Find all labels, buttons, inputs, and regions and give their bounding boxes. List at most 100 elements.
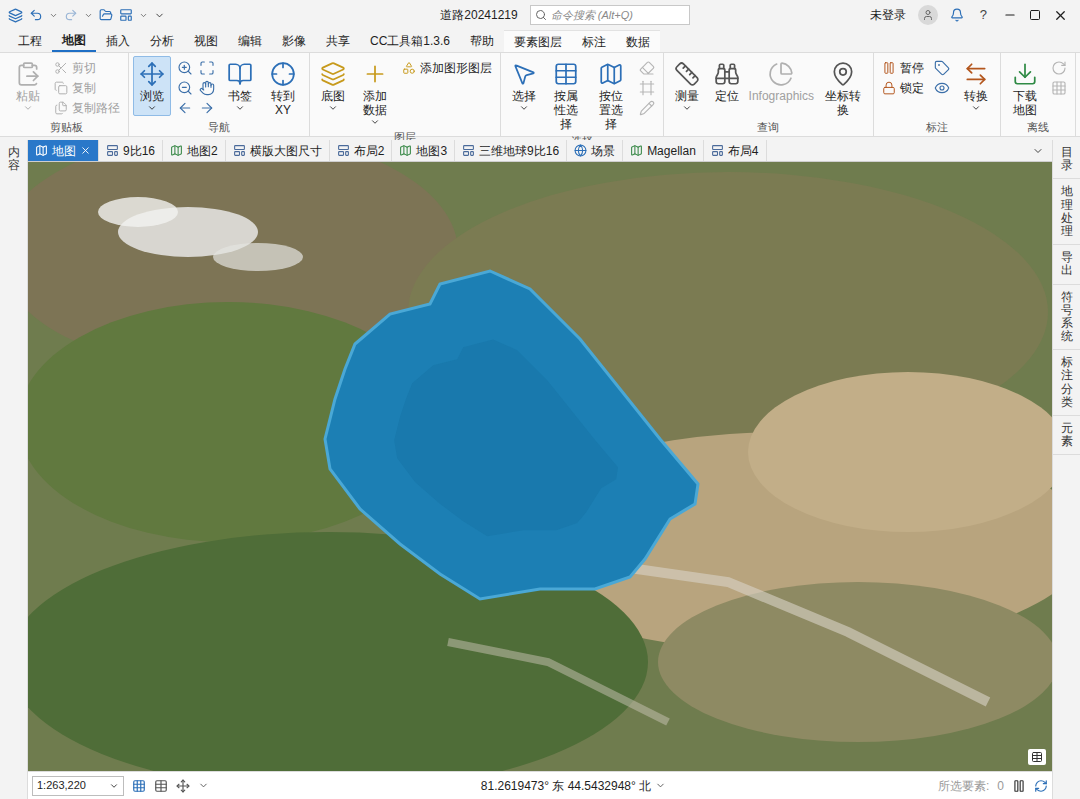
tool-icon[interactable] (177, 60, 193, 76)
undo-icon[interactable] (29, 8, 43, 22)
button-icon (270, 61, 296, 87)
ribbon-tab[interactable]: 地图 (52, 30, 96, 52)
ribbon-large-button[interactable]: 转到 XY (261, 56, 305, 120)
side-panel-tab[interactable]: 标注分类 (1061, 350, 1073, 415)
tool-icon[interactable] (199, 100, 215, 116)
ribbon-tab[interactable]: 插入 (96, 30, 140, 52)
selected-features-count: 0 (997, 777, 1004, 795)
ribbon-group: 下载地图离线 (1001, 53, 1076, 136)
ribbon-tab[interactable]: 要素图层 (504, 30, 572, 52)
ribbon-large-button[interactable]: 下载地图 (1005, 56, 1045, 120)
chevron-down-icon[interactable] (139, 11, 148, 20)
grid-icon[interactable] (132, 779, 146, 793)
ribbon-small-button[interactable]: 锁定 (878, 78, 928, 98)
open-icon[interactable] (99, 8, 113, 22)
ribbon-large-button[interactable]: 粘贴 (8, 56, 48, 116)
pause-icon[interactable] (1012, 779, 1026, 793)
ribbon-tab[interactable]: 影像 (272, 30, 316, 52)
side-panel-tab[interactable]: 元素 (1061, 416, 1073, 454)
chevron-down-icon[interactable] (198, 780, 209, 791)
ribbon-tab[interactable]: 分析 (140, 30, 184, 52)
tool-icon[interactable] (177, 80, 193, 96)
ribbon-tab[interactable]: 工程 (8, 30, 52, 52)
app-window: 道路20241219命令搜索 (Alt+Q)未登录?工程地图插入分析视图编辑影像… (0, 0, 1080, 799)
tool-icon[interactable] (639, 60, 655, 76)
maximize-icon[interactable] (1029, 9, 1041, 21)
map-tab[interactable]: Magellan (623, 140, 704, 161)
map-tab[interactable]: 地图2 (163, 140, 226, 161)
layout-icon[interactable] (119, 8, 133, 22)
map-tab[interactable]: 场景 (567, 140, 623, 161)
ribbon-icon-set (635, 56, 659, 116)
ribbon-large-button[interactable]: 浏览 (133, 56, 171, 116)
layer-badge[interactable] (1028, 749, 1046, 765)
minimize-icon[interactable] (1003, 8, 1017, 22)
ribbon-small-button[interactable]: 剪切 (50, 58, 124, 78)
map-tab[interactable]: 9比16 (99, 140, 163, 161)
ribbon-tab[interactable]: 数据 (616, 30, 660, 52)
side-panel-tab[interactable]: 内容 (8, 140, 20, 178)
tool-icon[interactable] (639, 80, 655, 96)
side-panel-tab[interactable]: 地理处理 (1061, 179, 1073, 244)
ribbon-large-button[interactable]: 转换 (956, 56, 996, 116)
ribbon-tab[interactable]: 编辑 (228, 30, 272, 52)
tool-icon[interactable] (199, 60, 215, 76)
tool-icon[interactable] (934, 80, 950, 96)
ribbon-large-button[interactable]: 测量 (668, 56, 706, 116)
ribbon-large-button[interactable]: 底图 (314, 56, 352, 116)
button-icon (1012, 61, 1038, 87)
tool-icon[interactable] (1051, 80, 1067, 96)
side-panel-tab[interactable]: 导出 (1061, 245, 1073, 283)
redo-icon[interactable] (64, 8, 78, 22)
login-status[interactable]: 未登录 (870, 6, 906, 24)
ribbon-large-button[interactable]: 坐标转换 (817, 56, 869, 120)
map-tab[interactable]: 地图3 (392, 140, 455, 161)
map-tab[interactable]: 横版大图尺寸 (226, 140, 330, 161)
ribbon-small-button[interactable]: 暂停 (878, 58, 928, 78)
map-tab[interactable]: 三维地球9比16 (455, 140, 567, 161)
chevron-down-icon[interactable] (84, 11, 93, 20)
command-search[interactable]: 命令搜索 (Alt+Q) (530, 5, 690, 25)
side-panel-tab[interactable]: 符号系统 (1061, 285, 1073, 350)
chevron-down-icon[interactable] (49, 11, 58, 20)
ribbon-small-button[interactable]: 复制路径 (50, 98, 124, 118)
map-view[interactable] (28, 162, 1052, 771)
ribbon-tab[interactable]: 标注 (572, 30, 616, 52)
tool-icon[interactable] (934, 60, 950, 76)
bell-icon[interactable] (950, 8, 964, 22)
ribbon-large-button[interactable]: Infographics (748, 56, 815, 106)
ribbon-tab[interactable]: CC工具箱1.3.6 (360, 30, 460, 52)
ribbon-tab[interactable]: 视图 (184, 30, 228, 52)
ribbon-large-button[interactable]: 按位置选择 (590, 56, 633, 134)
refresh-icon[interactable] (1034, 779, 1048, 793)
map-tab[interactable]: 布局2 (330, 140, 393, 161)
tool-icon[interactable] (639, 100, 655, 116)
customize-icon[interactable] (154, 10, 165, 21)
ribbon-large-button[interactable]: 选择 (505, 56, 543, 116)
ribbon-tab[interactable]: 帮助 (460, 30, 504, 52)
ribbon-large-button[interactable]: 按属性选择 (545, 56, 588, 134)
tool-icon[interactable] (1051, 60, 1067, 76)
map-tab[interactable]: 地图 (28, 140, 99, 161)
ribbon-tab[interactable]: 共享 (316, 30, 360, 52)
chevron-down-icon[interactable] (655, 780, 666, 791)
map-tab[interactable]: 布局4 (704, 140, 767, 161)
scale-field[interactable]: 1:263,220 (32, 776, 124, 796)
ribbon-small-button[interactable]: 复制 (50, 78, 124, 98)
table-icon[interactable] (154, 779, 168, 793)
ribbon-large-button[interactable]: 书签 (221, 56, 259, 116)
navigator-icon[interactable] (176, 779, 190, 793)
ribbon-large-button[interactable]: 定位 (708, 56, 746, 106)
ribbon-small-button[interactable]: 添加图形图层 (398, 58, 496, 78)
button-icon (882, 61, 896, 75)
tool-icon[interactable] (199, 80, 215, 96)
user-avatar[interactable] (918, 5, 938, 25)
close-icon[interactable] (1053, 8, 1068, 23)
ribbon-large-button[interactable]: 添加数据 (354, 56, 396, 130)
close-tab-icon[interactable] (80, 145, 91, 156)
layout-icon (337, 144, 350, 157)
side-panel-tab[interactable]: 目录 (1061, 140, 1073, 178)
tab-list-icon[interactable] (1032, 145, 1044, 157)
tool-icon[interactable] (177, 100, 193, 116)
help-button[interactable]: ? (976, 5, 991, 25)
